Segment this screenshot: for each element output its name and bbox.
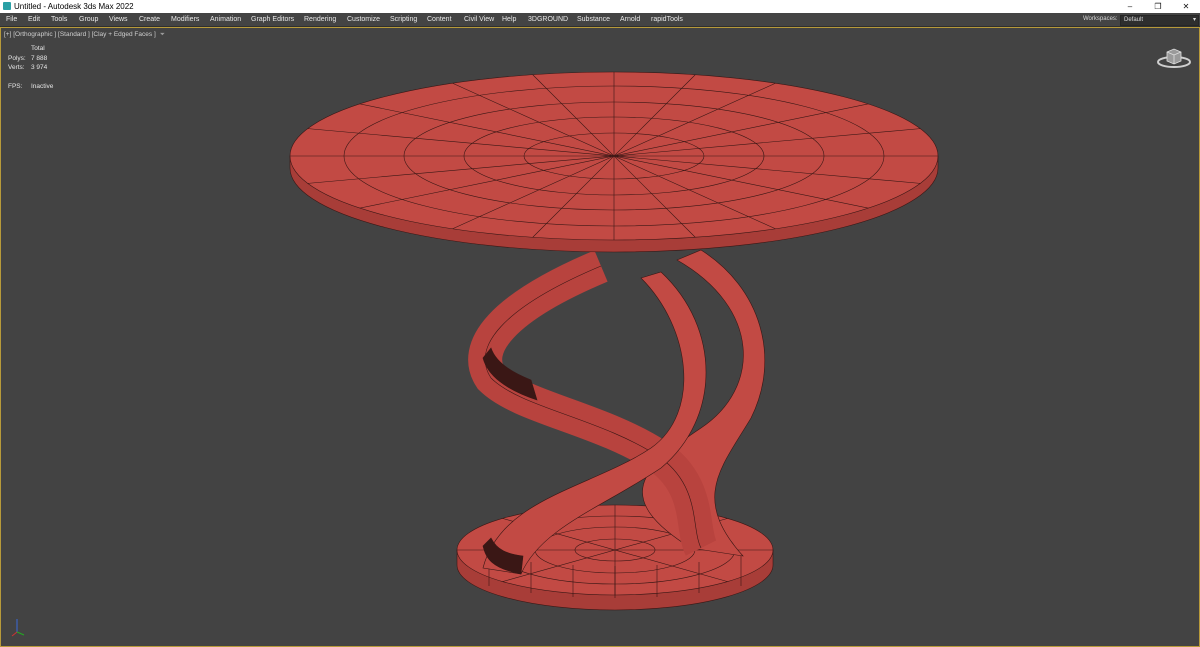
menu-scripting[interactable]: Scripting <box>390 13 417 26</box>
menu-customize[interactable]: Customize <box>347 13 380 26</box>
menu-graph-editors[interactable]: Graph Editors <box>251 13 294 26</box>
app-icon <box>3 2 11 10</box>
minimize-button[interactable]: – <box>1118 0 1142 13</box>
menu-civil-view[interactable]: Civil View <box>464 13 494 26</box>
menu-file[interactable]: File <box>6 13 17 26</box>
menu-rapidtools[interactable]: rapidTools <box>651 13 683 26</box>
menu-modifiers[interactable]: Modifiers <box>171 13 199 26</box>
viewport-label-text[interactable]: [+] [Orthographic ] [Standard ] [Clay + … <box>4 31 156 38</box>
polys-value: 7 888 <box>31 54 48 62</box>
chevron-down-icon: ▾ <box>1192 17 1196 23</box>
fps-value: Inactive <box>31 83 54 90</box>
filter-icon[interactable]: ⏷ <box>160 31 165 39</box>
menu-3dground[interactable]: 3DGROUND <box>528 13 568 26</box>
menu-tools[interactable]: Tools <box>51 13 67 26</box>
viewport-perspective[interactable]: [+] [Orthographic ] [Standard ] [Clay + … <box>0 27 1200 647</box>
viewport-label[interactable]: [+] [Orthographic ] [Standard ] [Clay + … <box>4 31 165 39</box>
menu-rendering[interactable]: Rendering <box>304 13 336 26</box>
menu-edit[interactable]: Edit <box>28 13 40 26</box>
title-bar: Untitled - Autodesk 3ds Max 2022 – ❐ ✕ <box>0 0 1200 13</box>
workspaces-label: Workspaces: <box>1083 16 1118 22</box>
verts-label: Verts: <box>8 64 25 71</box>
menu-content[interactable]: Content <box>427 13 452 26</box>
verts-value: 3 974 <box>31 64 48 71</box>
table-model <box>289 71 939 611</box>
menu-bar: File Edit Tools Group Views Create Modif… <box>0 13 1200 27</box>
menu-views[interactable]: Views <box>109 13 128 26</box>
menu-group[interactable]: Group <box>79 13 98 26</box>
viewcube-icon[interactable] <box>1156 44 1192 70</box>
fps-label: FPS: <box>8 83 23 90</box>
stats-header: Total <box>31 45 45 52</box>
close-button[interactable]: ✕ <box>1174 0 1198 13</box>
menu-animation[interactable]: Animation <box>210 13 241 26</box>
menu-arnold[interactable]: Arnold <box>620 13 640 26</box>
workspaces-value: Default <box>1124 17 1144 23</box>
axis-tripod-icon <box>11 619 25 637</box>
polys-label: Polys: <box>8 54 26 62</box>
workspaces-dropdown[interactable]: Default ▾ <box>1120 15 1199 26</box>
menu-help[interactable]: Help <box>502 13 516 26</box>
restore-button[interactable]: ❐ <box>1146 0 1170 13</box>
window-title: Untitled - Autodesk 3ds Max 2022 <box>14 2 134 11</box>
menu-substance[interactable]: Substance <box>577 13 610 26</box>
menu-create[interactable]: Create <box>139 13 160 26</box>
